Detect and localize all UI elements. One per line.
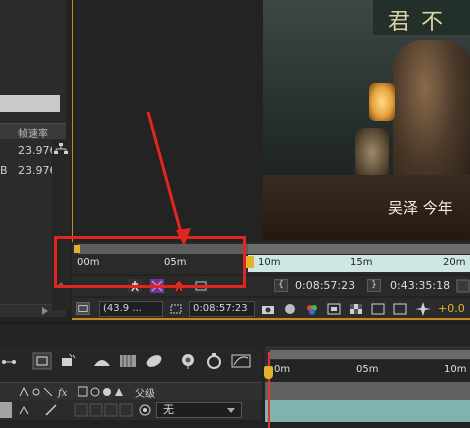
playhead-handle[interactable] <box>264 366 273 379</box>
annotation-highlight-box <box>54 236 246 288</box>
pick-whip-icon[interactable] <box>138 403 152 417</box>
set-out-point-button[interactable]: } <box>367 279 381 292</box>
transparency-grid-icon[interactable] <box>348 302 364 316</box>
svg-text:fx: fx <box>57 388 68 398</box>
show-snapshot-icon[interactable] <box>282 302 298 316</box>
show-channel-icon[interactable] <box>304 302 320 316</box>
after-effects-window: 帧速率 23.976 B 23.976 君 不 吴泽 今年 00m 05m 10… <box>0 0 470 428</box>
parent-dropdown[interactable]: 无 <box>156 402 242 418</box>
zoom-value: (43.9 ... <box>103 303 142 314</box>
3d-view-icon[interactable] <box>370 302 386 316</box>
hide-shy-layers-icon[interactable] <box>92 352 112 370</box>
playhead-line[interactable] <box>268 352 270 428</box>
graph-editor-toggle-icon[interactable] <box>230 352 252 370</box>
chevron-down-icon <box>227 408 235 413</box>
timeline-divider <box>0 322 470 324</box>
pen-icon[interactable] <box>44 403 58 417</box>
resolution-icon[interactable] <box>326 302 342 316</box>
layer-duration-bar[interactable] <box>265 400 470 422</box>
timeline-tick-label: 10m <box>444 364 467 375</box>
comp-flow-icon[interactable] <box>0 355 18 369</box>
time-navigator-bar[interactable] <box>270 350 470 359</box>
draft-3d-icon[interactable] <box>58 352 78 370</box>
brainstorm-icon[interactable] <box>178 352 198 370</box>
view-layout-icon[interactable] <box>392 302 408 316</box>
parent-column-label: 父级 <box>135 389 155 400</box>
set-in-point-button[interactable]: { <box>274 279 288 292</box>
sign-text: 君 不 <box>388 10 445 35</box>
frame-blending-icon[interactable] <box>118 352 138 370</box>
ruler-tick-label: 10m <box>258 257 281 268</box>
auto-keyframe-icon[interactable] <box>204 352 224 370</box>
fast-previews-icon[interactable] <box>414 301 432 317</box>
project-search-field[interactable] <box>0 95 60 112</box>
layer-label-color[interactable] <box>0 402 12 418</box>
current-time-display[interactable]: 0:08:57:23 <box>189 301 255 317</box>
motion-blur-toggle-icon[interactable] <box>144 352 164 370</box>
scroll-right-arrow-icon[interactable] <box>42 307 48 315</box>
out-point-timecode[interactable]: 0:43:35:18 <box>390 279 450 292</box>
parent-value: 无 <box>163 403 174 416</box>
frame-rate-column-label: 帧速率 <box>18 129 48 140</box>
ruler-tick-label: 20m <box>443 257 466 268</box>
timeline-tick-label: 0m <box>274 364 291 375</box>
zoom-dropdown[interactable]: (43.9 ... <box>99 301 163 317</box>
in-point-timecode[interactable]: 0:08:57:23 <box>295 279 355 292</box>
layer-column-header: fx 父级 <box>0 382 262 400</box>
exposure-value[interactable]: +0.0 <box>438 302 465 315</box>
timeline-tick-label: 05m <box>356 364 379 375</box>
project-column-header[interactable]: 帧速率 <box>0 123 66 140</box>
layer-switches-icons[interactable] <box>78 386 130 398</box>
snapshot-camera-icon[interactable] <box>260 302 276 316</box>
region-of-interest-icon[interactable] <box>168 302 184 316</box>
subtitle-text: 吴泽 今年 <box>388 199 453 217</box>
comp-mini-flowchart-icon[interactable] <box>32 352 52 370</box>
always-preview-icon[interactable] <box>76 302 90 315</box>
frame-rate-value: 23.976 <box>18 164 57 177</box>
vase <box>355 128 389 178</box>
frame-rate-value: 23.976 <box>18 144 57 157</box>
navigator-bar-right[interactable] <box>248 244 470 254</box>
work-area-track[interactable] <box>265 382 470 400</box>
shy-icon[interactable] <box>18 404 30 416</box>
ruler-tick-label: 15m <box>350 257 373 268</box>
current-time-value: 0:08:57:23 <box>193 303 248 314</box>
layer-switch-boxes[interactable] <box>74 403 140 417</box>
row-prefix: B <box>0 164 8 177</box>
hierarchy-icon[interactable] <box>54 143 68 155</box>
video-frame: 君 不 吴泽 今年 <box>263 0 470 240</box>
lantern <box>369 83 395 121</box>
switches-header-icons[interactable]: fx <box>18 386 78 398</box>
sign-board: 君 不 <box>373 0 470 35</box>
expand-icon[interactable] <box>456 279 470 293</box>
